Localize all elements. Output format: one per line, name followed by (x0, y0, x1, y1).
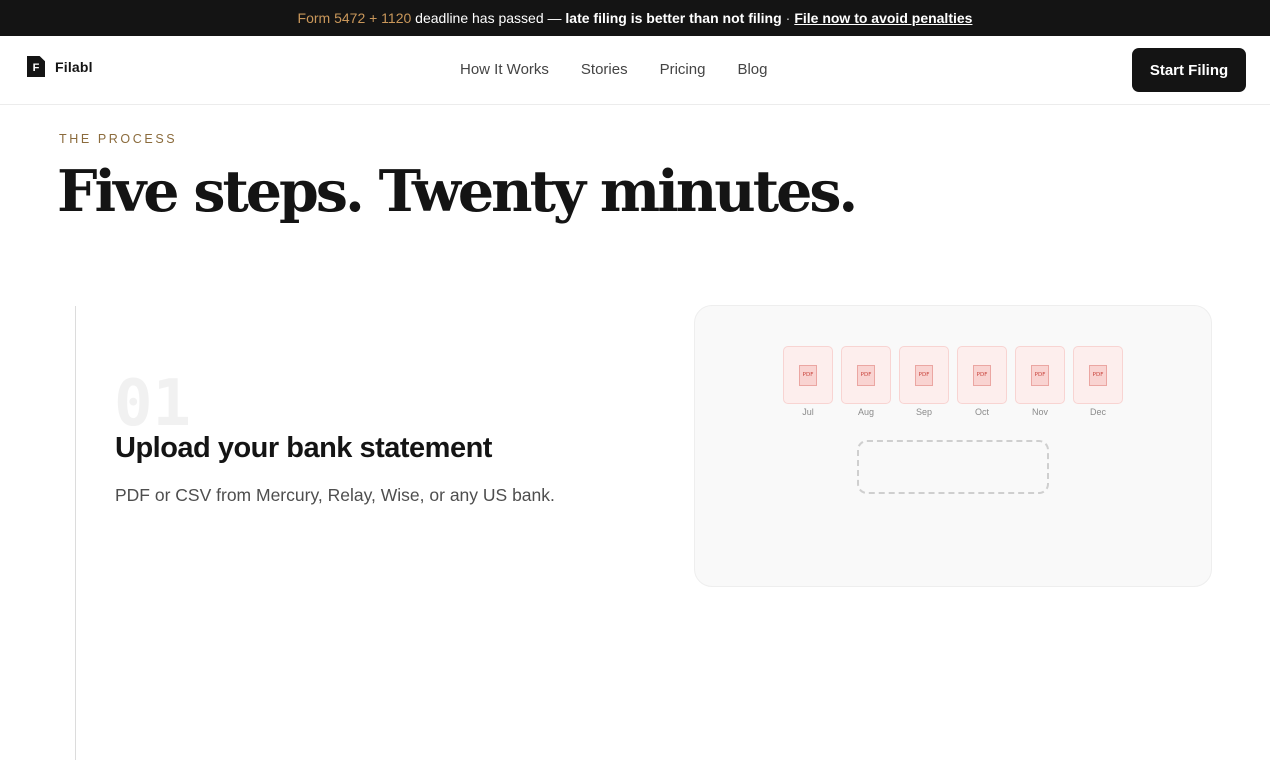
statement-file-aug: PDF Aug (841, 346, 891, 417)
step-number: 01 (114, 367, 192, 441)
nav-link-how-it-works[interactable]: How It Works (460, 61, 549, 78)
start-filing-button[interactable]: Start Filing (1132, 48, 1246, 92)
banner-separator: · (785, 10, 791, 26)
banner-middle-text: deadline has passed — (411, 10, 566, 26)
pdf-file-icon: PDF (1031, 364, 1049, 386)
month-label: Dec (1089, 407, 1106, 417)
statement-file-dec: PDF Dec (1073, 346, 1123, 417)
statement-files-row: PDF Jul PDF Aug PDF Sep PDF Oct PDF Nov … (783, 346, 1123, 417)
banner-bold-text: late filing is better than not filing (565, 10, 782, 26)
statement-file-nov: PDF Nov (1015, 346, 1065, 417)
step-title: Upload your bank statement (115, 432, 492, 464)
nav-links: How It Works Stories Pricing Blog (460, 61, 767, 78)
pdf-file-icon: PDF (973, 364, 991, 386)
logo-file-icon: F (27, 56, 45, 77)
file-tile[interactable]: PDF (957, 346, 1007, 404)
file-tile[interactable]: PDF (783, 346, 833, 404)
month-label: Jul (802, 407, 814, 417)
pdf-file-icon: PDF (857, 364, 875, 386)
month-label: Oct (974, 407, 989, 417)
nav-link-pricing[interactable]: Pricing (660, 61, 706, 78)
announcement-banner: Form 5472 + 1120 deadline has passed — l… (0, 0, 1270, 36)
page-title: Five steps. Twenty minutes. (57, 158, 858, 225)
pdf-file-icon: PDF (799, 364, 817, 386)
file-tile[interactable]: PDF (1073, 346, 1123, 404)
upload-illustration-card: PDF Jul PDF Aug PDF Sep PDF Oct PDF Nov … (694, 305, 1212, 587)
logo[interactable]: F Filabl (27, 56, 93, 77)
file-tile[interactable]: PDF (1015, 346, 1065, 404)
timeline-rail (75, 306, 76, 760)
month-label: Nov (1031, 407, 1048, 417)
nav-link-blog[interactable]: Blog (737, 61, 767, 78)
pdf-file-icon: PDF (915, 364, 933, 386)
statement-file-sep: PDF Sep (899, 346, 949, 417)
nav-link-stories[interactable]: Stories (581, 61, 628, 78)
banner-file-now-link[interactable]: File now to avoid penalties (794, 10, 972, 26)
logo-letter: F (32, 62, 40, 74)
upload-dropzone[interactable] (857, 440, 1049, 494)
month-label: Sep (915, 407, 932, 417)
statement-file-oct: PDF Oct (957, 346, 1007, 417)
pdf-file-icon: PDF (1089, 364, 1107, 386)
statement-file-jul: PDF Jul (783, 346, 833, 417)
step-description: PDF or CSV from Mercury, Relay, Wise, or… (115, 485, 555, 505)
file-tile[interactable]: PDF (899, 346, 949, 404)
section-eyebrow: THE PROCESS (59, 132, 178, 146)
month-label: Aug (857, 407, 874, 417)
banner-form-text: Form 5472 + 1120 (297, 10, 412, 26)
logo-text: Filabl (55, 58, 93, 75)
file-tile[interactable]: PDF (841, 346, 891, 404)
top-navigation: F Filabl How It Works Stories Pricing Bl… (0, 36, 1270, 105)
